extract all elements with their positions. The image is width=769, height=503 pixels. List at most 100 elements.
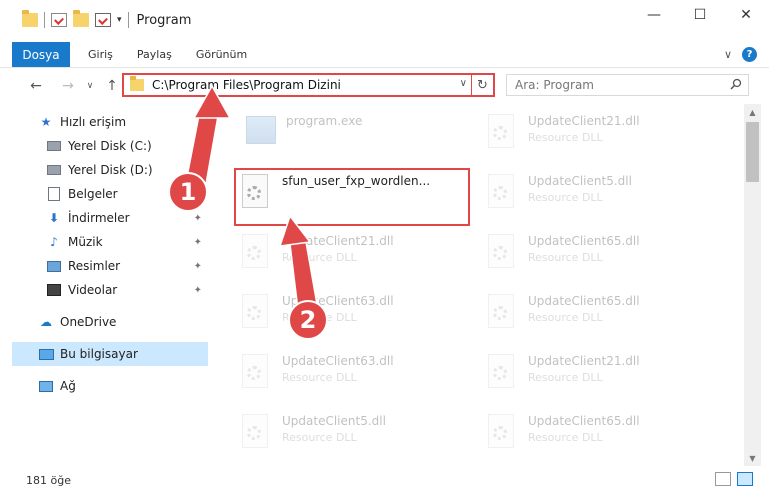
music-icon: ♪ [50,235,58,249]
download-icon: ⬇ [48,211,60,225]
new-folder-icon[interactable] [73,10,89,27]
tab-share[interactable]: Paylaş [125,42,184,67]
file-type: Resource DLL [528,431,603,444]
folder-icon [130,76,144,91]
minimize-button[interactable]: — [631,0,677,30]
back-button[interactable]: ← [26,78,46,94]
sidebar-item-disk-c[interactable]: Yerel Disk (C:) [12,134,208,158]
step-badge-2: 2 [288,300,328,340]
pin-icon[interactable]: ✦ [194,261,202,272]
file-name: UpdateClient65.dll [528,234,640,248]
details-view-button[interactable] [715,472,731,486]
star-icon: ★ [40,115,52,129]
ribbon-expand-icon[interactable]: ∨ [724,48,732,61]
sidebar-item-onedrive[interactable]: ☁ OneDrive [12,310,208,334]
refresh-button[interactable]: ↻ [471,73,493,97]
file-type: Resource DLL [282,371,357,384]
pin-icon[interactable]: ✦ [194,213,202,224]
file-name: UpdateClient21.dll [282,234,394,248]
file-type: Resource DLL [282,251,357,264]
sidebar-item-network[interactable]: Ağ [12,374,208,398]
up-button[interactable]: ↑ [102,78,122,94]
sidebar-item-music[interactable]: ♪ Müzik ✦ [12,230,208,254]
file-item[interactable]: UpdateClient63.dll Resource DLL [238,290,468,340]
file-name: program.exe [286,114,363,128]
qat-dropdown-icon[interactable]: ▾ [117,15,122,25]
address-dropdown-icon[interactable]: ∨ [460,78,467,89]
status-bar: 181 öğe [0,466,769,494]
file-item[interactable]: UpdateClient21.dll Resource DLL [238,230,468,280]
search-icon[interactable] [730,78,742,90]
file-item[interactable]: UpdateClient63.dll Resource DLL [238,350,468,400]
address-path[interactable]: C:\Program Files\Program Dizini [152,78,341,92]
dll-file-icon [238,294,272,332]
view-buttons [715,472,753,486]
file-type: Resource DLL [528,131,603,144]
dll-file-icon [484,114,518,152]
drive-icon [47,165,61,175]
vertical-scrollbar[interactable]: ▲ ▼ [744,104,761,466]
sidebar-item-label: Belgeler [68,187,118,201]
sidebar-item-label: Yerel Disk (D:) [68,163,153,177]
pin-icon[interactable]: ✦ [194,285,202,296]
sidebar-item-label: Bu bilgisayar [60,347,138,361]
sidebar-item-label: Resimler [68,259,121,273]
drive-icon [47,141,61,151]
window-controls: — ☐ ✕ [631,0,769,30]
scroll-thumb[interactable] [746,122,759,182]
sidebar-item-pictures[interactable]: Resimler ✦ [12,254,208,278]
address-bar[interactable]: C:\Program Files\Program Dizini ∨ ↻ [122,73,495,97]
dll-file-icon [484,354,518,392]
dll-file-icon [484,234,518,272]
pin-icon[interactable]: ✦ [194,237,202,248]
ribbon-tabs: Dosya Giriş Paylaş Görünüm ∨ ? [0,42,769,68]
forward-button[interactable]: → [58,78,78,94]
cloud-icon: ☁ [40,315,52,329]
file-type: Resource DLL [528,191,603,204]
recent-locations-button[interactable]: ∨ [80,81,100,91]
sidebar-item-quick-access[interactable]: ★ Hızlı erişim [12,110,208,134]
computer-icon [38,348,54,360]
sidebar-item-label: Videolar [68,283,118,297]
navigation-pane: ★ Hızlı erişim Yerel Disk (C:) Yerel Dis… [12,106,208,462]
scroll-down-icon[interactable]: ▼ [744,450,761,466]
dll-file-icon [484,174,518,212]
executable-icon [246,116,276,144]
file-item[interactable]: program.exe [244,110,474,160]
address-row: ← → ∨ ↑ C:\Program Files\Program Dizini … [0,70,769,102]
step-badge-1: 1 [168,172,208,212]
file-item[interactable]: UpdateClient5.dll Resource DLL [238,410,468,460]
file-item[interactable]: UpdateClient65.dll Resource DLL [484,230,714,280]
sidebar-item-label: OneDrive [60,315,117,329]
file-item[interactable]: UpdateClient65.dll Resource DLL [484,290,714,340]
file-item[interactable]: UpdateClient21.dll Resource DLL [484,110,714,160]
close-button[interactable]: ✕ [723,0,769,30]
ribbon-right: ∨ ? [724,42,769,67]
sidebar-item-videos[interactable]: Videolar ✦ [12,278,208,302]
tab-home[interactable]: Giriş [70,42,125,67]
sidebar-item-label: Müzik [68,235,103,249]
network-icon [39,380,53,392]
large-icons-view-button[interactable] [737,472,753,486]
sidebar-item-this-pc[interactable]: Bu bilgisayar [12,342,208,366]
folder-icon[interactable] [22,10,38,27]
scroll-up-icon[interactable]: ▲ [744,104,761,120]
documents-icon [48,187,60,201]
file-item[interactable]: UpdateClient5.dll Resource DLL [484,170,714,220]
divider [44,12,45,28]
file-name: UpdateClient63.dll [282,354,394,368]
tab-file[interactable]: Dosya [12,42,70,67]
dll-file-icon [484,294,518,332]
customize-icon[interactable] [95,13,111,27]
maximize-button[interactable]: ☐ [677,0,723,30]
quick-access-toolbar: ▾ [22,10,129,28]
title-bar: ▾ Program — ☐ ✕ [0,0,769,40]
file-item[interactable]: UpdateClient65.dll Resource DLL [484,410,714,460]
file-type: Resource DLL [282,431,357,444]
search-input[interactable]: Ara: Program [506,74,749,96]
tab-view[interactable]: Görünüm [184,42,259,67]
help-icon[interactable]: ? [742,47,757,62]
file-item[interactable]: UpdateClient21.dll Resource DLL [484,350,714,400]
properties-icon[interactable] [51,13,67,27]
dll-file-icon [238,354,272,392]
